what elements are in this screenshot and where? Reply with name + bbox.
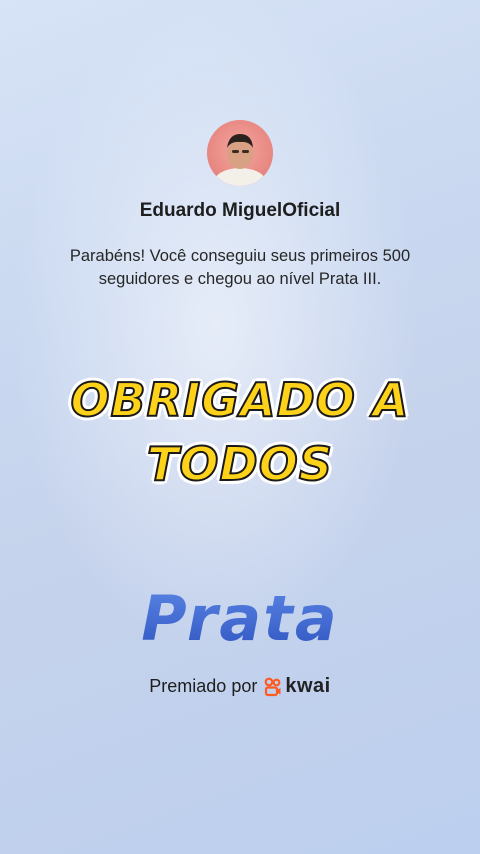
awarded-by: Premiado por kwai xyxy=(0,675,480,698)
achievement-message: Parabéns! Você conseguiu seus primeiros … xyxy=(69,247,411,288)
kwai-logo-icon xyxy=(264,677,281,696)
kwai-logo[interactable]: kwai xyxy=(264,675,330,698)
kwai-brand-text: kwai xyxy=(285,675,331,697)
user-photo-icon xyxy=(214,134,266,186)
level-title: Prata xyxy=(0,582,480,655)
awarded-label: Premiado por xyxy=(149,676,258,696)
thanks-caption: OBRIGADO A TODOS xyxy=(70,372,410,492)
avatar[interactable] xyxy=(207,120,273,186)
profile-name: Eduardo MiguelOficial xyxy=(139,200,341,221)
